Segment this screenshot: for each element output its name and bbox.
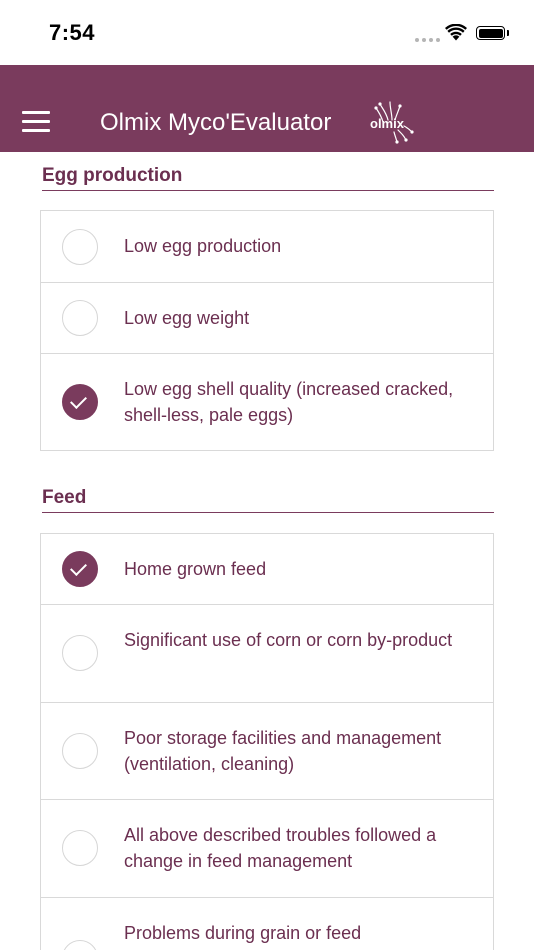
- option-label: Significant use of corn or corn by-produ…: [124, 630, 453, 650]
- status-time: 7:54: [49, 20, 96, 45]
- option-label: Low egg production: [124, 236, 282, 256]
- logo-text: olmix: [370, 116, 405, 131]
- option-low-egg-production[interactable]: Low egg production: [41, 211, 493, 283]
- signal-icon: [415, 38, 440, 42]
- section-header-egg-production: Egg production: [42, 165, 494, 191]
- radio-checked-icon[interactable]: [62, 384, 98, 420]
- option-low-egg-shell-quality[interactable]: Low egg shell quality (increased cracked…: [41, 354, 493, 450]
- option-label: All above described troubles followed a …: [124, 825, 437, 871]
- option-label: Low egg shell quality (increased cracked…: [124, 379, 454, 425]
- radio-unchecked-icon[interactable]: [62, 733, 98, 769]
- option-list-egg-production: Low egg production Low egg weight Low eg…: [40, 210, 494, 451]
- content: Egg production Low egg production Low eg…: [0, 152, 534, 950]
- radio-unchecked-icon[interactable]: [62, 635, 98, 671]
- option-change-in-feed-management[interactable]: All above described troubles followed a …: [41, 800, 493, 898]
- radio-unchecked-icon[interactable]: [62, 940, 98, 950]
- option-label: Poor storage facilities and management (…: [124, 728, 442, 774]
- option-poor-storage-facilities[interactable]: Poor storage facilities and management (…: [41, 703, 493, 800]
- app-bar: Olmix Myco'Evaluator: [0, 65, 534, 152]
- wifi-icon: [445, 24, 467, 41]
- option-home-grown-feed[interactable]: Home grown feed: [41, 534, 493, 605]
- radio-unchecked-icon[interactable]: [62, 830, 98, 866]
- radio-unchecked-icon[interactable]: [62, 300, 98, 336]
- section-header-feed: Feed: [42, 487, 494, 513]
- option-problems-during-grain[interactable]: Problems during grain or feed: [41, 898, 493, 950]
- status-bar: 7:54: [0, 0, 534, 65]
- option-label: Home grown feed: [124, 559, 267, 579]
- option-label: Low egg weight: [124, 308, 250, 328]
- option-significant-use-of-corn[interactable]: Significant use of corn or corn by-produ…: [41, 605, 493, 703]
- option-low-egg-weight[interactable]: Low egg weight: [41, 283, 493, 354]
- radio-checked-icon[interactable]: [62, 551, 98, 587]
- app-title: Olmix Myco'Evaluator: [100, 109, 332, 136]
- menu-button[interactable]: [22, 111, 50, 133]
- battery-icon: [476, 26, 505, 40]
- option-label: Problems during grain or feed: [124, 923, 362, 943]
- radio-unchecked-icon[interactable]: [62, 229, 98, 265]
- battery-tip: [507, 30, 509, 36]
- option-list-feed: Home grown feed Significant use of corn …: [40, 533, 494, 950]
- olmix-logo: olmix: [370, 101, 414, 144]
